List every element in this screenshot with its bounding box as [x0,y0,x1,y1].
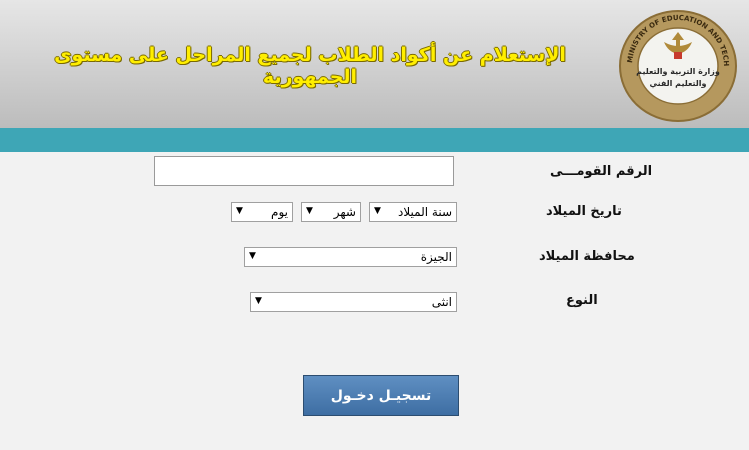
birth-day-select[interactable]: يوم ▼ [231,202,293,222]
login-button[interactable]: تسجيـل دخـول [303,375,459,416]
birth-governorate-value: الجيزة [420,250,452,264]
birth-governorate-label: محافظة الميلاد [539,249,635,264]
birth-year-value: سنة الميلاد [398,205,452,219]
page-title: الإستعلام عن أكواد الطلاب لجميع المراحل … [54,44,566,88]
gender-value: انثى [431,295,452,309]
logo-center-text-2: والتعليم الفني [650,79,707,88]
ministry-logo: MINISTRY OF EDUCATION AND TECHNICAL EDUC… [616,8,737,122]
birth-month-select[interactable]: شهر ▼ [301,202,361,222]
chevron-down-icon: ▼ [306,206,313,216]
birth-governorate-select[interactable]: الجيزة ▼ [244,247,457,267]
header-divider-bar [0,128,749,152]
gender-label: النوع [566,293,598,308]
gender-select[interactable]: انثى ▼ [250,292,457,312]
national-id-input[interactable] [154,156,454,186]
national-id-label: الرقم القومـــى [550,164,653,179]
chevron-down-icon: ▼ [236,206,243,216]
birth-month-value: شهر [333,205,356,219]
chevron-down-icon: ▼ [374,206,381,216]
chevron-down-icon: ▼ [249,251,256,261]
birth-year-select[interactable]: سنة الميلاد ▼ [369,202,457,222]
birth-day-value: يوم [271,205,288,219]
chevron-down-icon: ▼ [255,296,262,306]
logo-center-text-1: وزارة التربية والتعليم [636,67,720,76]
birth-date-label: تاريخ الميلاد [546,204,622,219]
page-header: الإستعلام عن أكواد الطلاب لجميع المراحل … [0,0,749,128]
